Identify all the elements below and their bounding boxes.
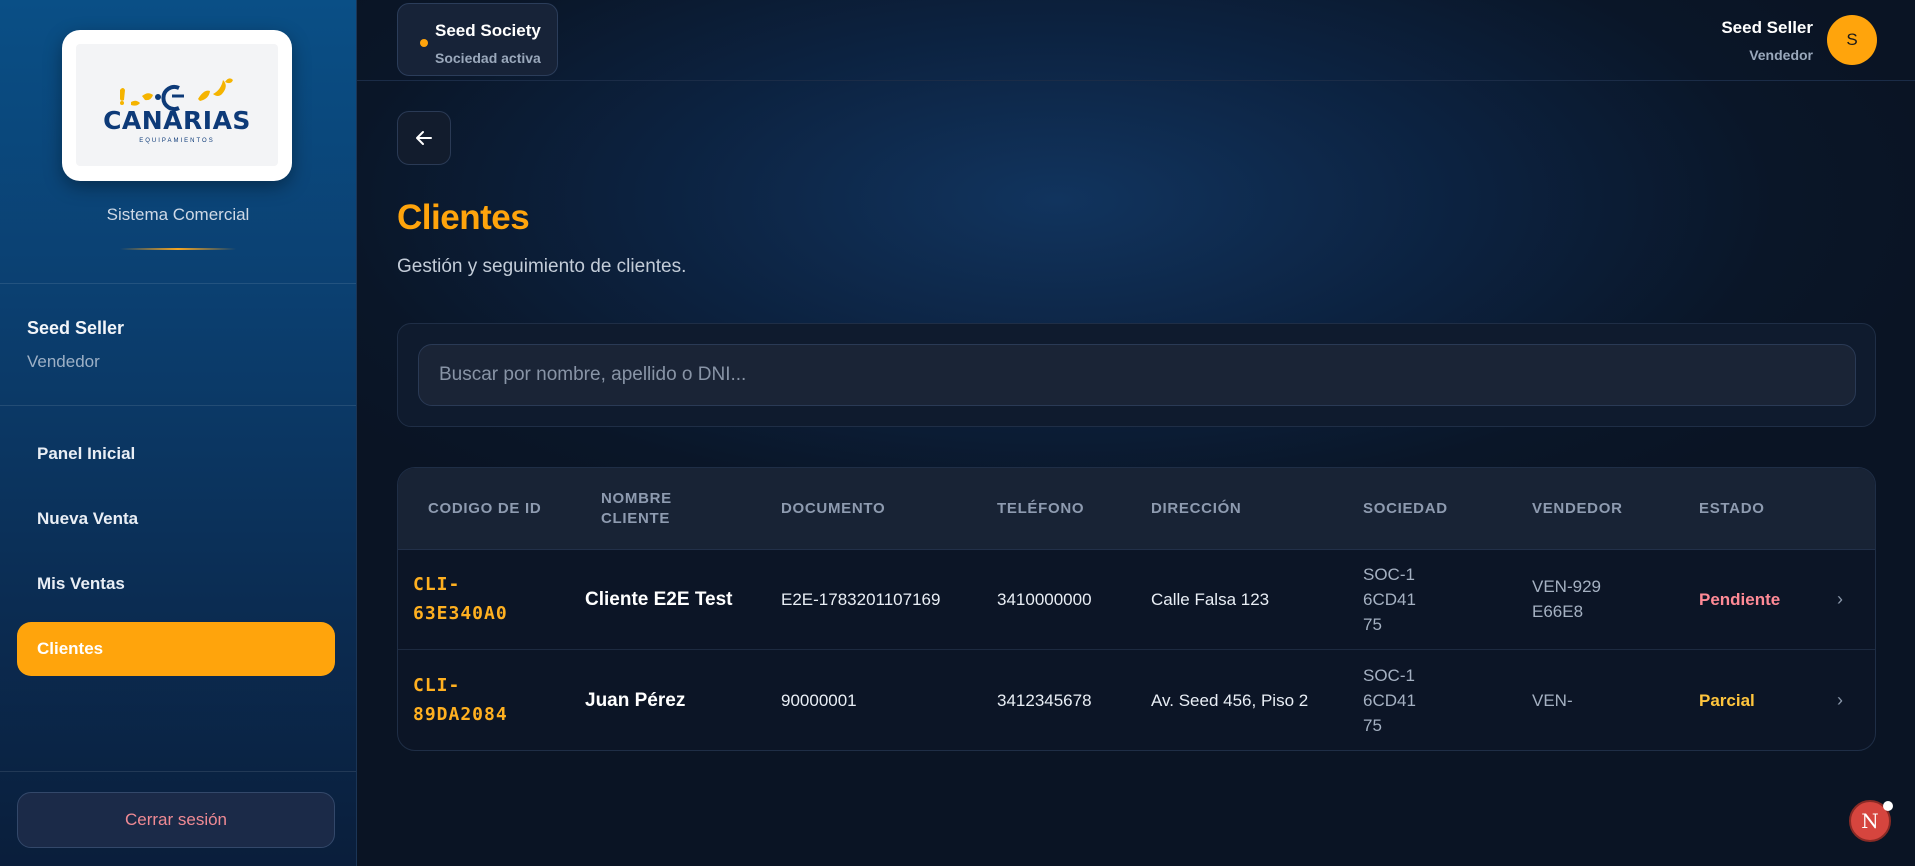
- company-logo: CANARIAS EQUIPAMIENTOS: [76, 44, 278, 166]
- sidebar-divider: [0, 283, 356, 284]
- sidebar-item-mis-ventas[interactable]: Mis Ventas: [17, 557, 335, 611]
- topbar-user-role: Vendedor: [1749, 47, 1813, 63]
- client-code: CLI-63E340A0: [413, 574, 508, 624]
- sidebar-item-clientes[interactable]: Clientes: [17, 622, 335, 676]
- app-label: Sistema Comercial: [106, 205, 250, 224]
- sidebar-user-name: Seed Seller: [27, 318, 125, 338]
- chevron-right-icon[interactable]: ›: [1837, 549, 1843, 649]
- column-header-documento: DOCUMENTO: [781, 499, 886, 517]
- sidebar: CANARIAS EQUIPAMIENTOS Sistema Comercial…: [0, 0, 357, 866]
- client-name: Cliente E2E Test: [585, 588, 733, 610]
- sidebar-user-role: Vendedor: [27, 352, 100, 371]
- society-status: Sociedad activa: [435, 50, 541, 66]
- sidebar-divider: [0, 405, 356, 406]
- column-header-estado: ESTADO: [1699, 499, 1765, 517]
- sidebar-divider: [0, 771, 356, 772]
- column-header-nombre: NOMBRE CLIENTE: [601, 489, 672, 527]
- main-content: Seed Society Sociedad activa Seed Seller…: [357, 0, 1915, 866]
- client-address: Calle Falsa 123: [1151, 589, 1270, 609]
- search-input[interactable]: [418, 344, 1856, 406]
- client-society: SOC-16CD4175: [1363, 665, 1416, 735]
- client-phone: 3410000000: [997, 589, 1092, 609]
- logo-wordmark: CANARIAS: [103, 106, 251, 135]
- back-button[interactable]: [397, 111, 451, 165]
- status-badge: Pendiente: [1699, 589, 1781, 609]
- society-selector[interactable]: Seed Society Sociedad activa: [397, 3, 558, 76]
- avatar[interactable]: S: [1827, 15, 1877, 65]
- logo-card: CANARIAS EQUIPAMIENTOS: [62, 30, 292, 181]
- sidebar-item-panel-inicial[interactable]: Panel Inicial: [17, 427, 335, 481]
- notification-dot-icon: [1883, 801, 1893, 811]
- client-document: 90000001: [781, 690, 857, 710]
- client-document: E2E-1783201107169: [781, 589, 941, 609]
- decorative-divider: [120, 248, 236, 250]
- client-code: CLI-89DA2084: [413, 675, 508, 725]
- column-header-direccion: DIRECCIÓN: [1151, 499, 1242, 517]
- chevron-right-icon[interactable]: ›: [1837, 650, 1843, 750]
- client-society: SOC-16CD4175: [1363, 564, 1416, 634]
- column-header-sociedad: SOCIEDAD: [1363, 499, 1448, 517]
- arrow-left-icon: [416, 131, 432, 145]
- society-name: Seed Society: [435, 21, 541, 40]
- logout-button[interactable]: Cerrar sesión: [17, 792, 335, 848]
- status-badge: Parcial: [1699, 690, 1755, 710]
- column-header-vendedor: VENDEDOR: [1532, 499, 1623, 517]
- column-header-telefono: TELÉFONO: [997, 499, 1085, 517]
- topbar: Seed Society Sociedad activa Seed Seller…: [357, 0, 1915, 81]
- sidebar-item-nueva-venta[interactable]: Nueva Venta: [17, 492, 335, 546]
- search-card: [397, 323, 1876, 427]
- client-name: Juan Pérez: [585, 689, 686, 711]
- clients-table: CODIGO DE ID NOMBRE CLIENTE DOCUMENTO TE…: [397, 467, 1876, 751]
- client-seller: VEN-: [1532, 690, 1573, 710]
- column-header-codigo: CODIGO DE ID: [428, 499, 542, 517]
- table-row[interactable]: CLI-63E340A0 Cliente E2E Test E2E-178320…: [398, 549, 1875, 650]
- page-subtitle: Gestión y seguimiento de clientes.: [397, 256, 687, 277]
- table-header: CODIGO DE ID NOMBRE CLIENTE DOCUMENTO TE…: [398, 468, 1875, 550]
- client-seller: VEN-929E66E8: [1532, 577, 1601, 621]
- page-title: Clientes: [397, 198, 530, 237]
- canarias-islands-icon: [120, 78, 233, 111]
- client-phone: 3412345678: [997, 690, 1092, 710]
- client-address: Av. Seed 456, Piso 2: [1151, 690, 1309, 710]
- table-row[interactable]: CLI-89DA2084 Juan Pérez 90000001 3412345…: [398, 650, 1875, 750]
- topbar-user-name: Seed Seller: [1721, 18, 1813, 37]
- status-dot-icon: [420, 39, 428, 47]
- logo-tagline: EQUIPAMIENTOS: [139, 138, 215, 144]
